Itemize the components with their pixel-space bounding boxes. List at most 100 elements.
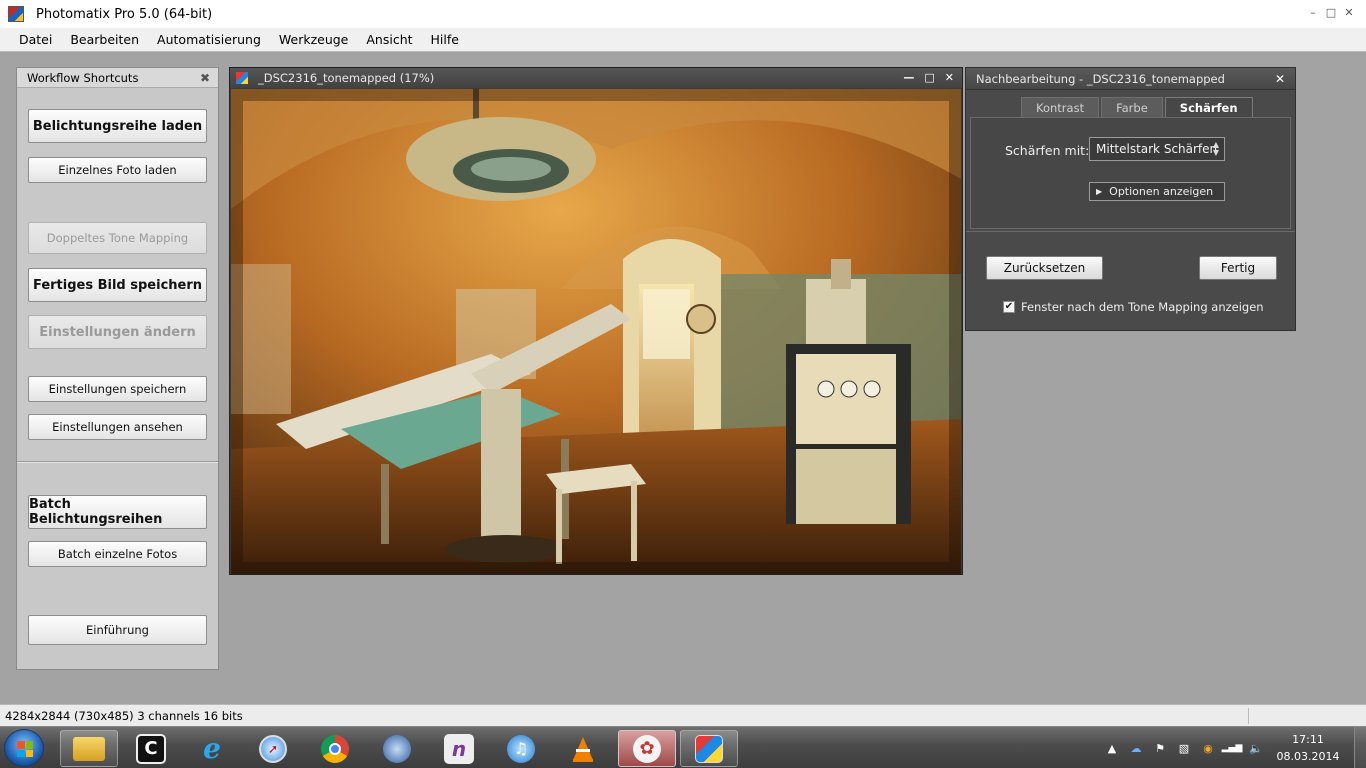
close-icon[interactable]: ✕ <box>1342 5 1356 19</box>
panel-separator <box>966 231 1295 232</box>
updown-arrow-icon: ▲ ▼ <box>1212 140 1219 157</box>
batch-single-button[interactable]: Batch einzelne Fotos <box>28 541 207 567</box>
volume-icon[interactable]: 🔈 <box>1249 741 1263 755</box>
taskbar-app-c[interactable]: C <box>122 730 180 767</box>
image-window-title: _DSC2316_tonemapped (17%) <box>258 71 435 85</box>
sharpen-select-value: Mittelstark Schärfen <box>1096 142 1218 156</box>
chrome-icon <box>321 734 349 763</box>
photomatix-icon <box>8 6 24 22</box>
itunes-icon: ♫ <box>507 734 535 763</box>
show-hidden-icons-icon[interactable]: ▲ <box>1105 741 1119 755</box>
workflow-shortcuts-panel: Workflow Shortcuts ✖ Belichtungsreihe la… <box>16 67 219 670</box>
minimize-icon[interactable]: — <box>903 71 914 84</box>
taskbar-chrome[interactable] <box>306 730 364 767</box>
clock-time: 17:11 <box>1292 733 1324 746</box>
close-icon[interactable]: ✕ <box>945 71 954 84</box>
clock[interactable]: 17:11 08.03.2014 <box>1272 731 1344 765</box>
save-final-button[interactable]: Fertiges Bild speichern <box>28 268 207 302</box>
post-processing-tabs: Kontrast Farbe Schärfen <box>1021 97 1253 117</box>
close-icon[interactable]: ✕ <box>1275 72 1285 86</box>
thunderbird-icon <box>383 734 411 763</box>
taskbar-photo-app[interactable]: ✿ <box>618 730 676 767</box>
updater-icon[interactable]: ◉ <box>1201 741 1215 755</box>
image-window: _DSC2316_tonemapped (17%) — □ ✕ <box>229 67 963 575</box>
signal-icon[interactable]: ▂▄▆ <box>1222 741 1243 755</box>
taskbar-internet-explorer[interactable]: e <box>183 730 241 767</box>
show-desktop-button[interactable] <box>1354 727 1366 768</box>
taskbar-photomatix[interactable] <box>680 730 738 767</box>
taskbar-thunderbird[interactable] <box>368 730 426 767</box>
window-title: Photomatix Pro 5.0 (64-bit) <box>36 6 213 22</box>
onenote-icon: n <box>444 733 474 764</box>
tab-schaerfen[interactable]: Schärfen <box>1164 97 1253 117</box>
flag-icon[interactable]: ⚑ <box>1153 741 1167 755</box>
image-window-titlebar: _DSC2316_tonemapped (17%) — □ ✕ <box>230 68 962 88</box>
window-controls: – □ ✕ <box>1306 5 1356 19</box>
taskbar-vlc[interactable] <box>554 730 612 767</box>
internet-explorer-icon: e <box>203 732 221 765</box>
close-icon[interactable]: ✖ <box>200 71 210 85</box>
maximize-icon[interactable]: □ <box>924 71 934 84</box>
load-bracketed-button[interactable]: Belichtungsreihe laden <box>28 109 207 143</box>
status-bar: 4284x2844 (730x485) 3 channels 16 bits <box>0 704 1366 726</box>
load-single-button[interactable]: Einzelnes Foto laden <box>28 157 207 183</box>
post-processing-title: Nachbearbeitung - _DSC2316_tonemapped <box>976 71 1225 86</box>
taskbar-safari[interactable]: ➚ <box>244 730 302 767</box>
start-button[interactable] <box>4 729 44 767</box>
title-bar: Photomatix Pro 5.0 (64-bit) – □ ✕ <box>0 0 1366 28</box>
minimize-icon[interactable]: – <box>1306 5 1320 19</box>
post-processing-titlebar: Nachbearbeitung - _DSC2316_tonemapped ✕ <box>966 68 1295 90</box>
windows-logo-icon <box>17 741 33 757</box>
show-options-button[interactable]: ▶ Optionen anzeigen <box>1089 182 1225 201</box>
workspace: Workflow Shortcuts ✖ Belichtungsreihe la… <box>0 53 1366 704</box>
menu-ansicht[interactable]: Ansicht <box>357 32 421 47</box>
taskbar-onenote[interactable]: n <box>430 730 488 767</box>
taskbar: C e ➚ n ♫ ✿ ▲ ☁ ⚑ ▧ ◉ ▂▄▆ 🔈 17:11 08.03.… <box>0 726 1366 768</box>
photomatix-icon <box>695 734 723 763</box>
image-window-controls: — □ ✕ <box>903 71 954 84</box>
maximize-icon[interactable]: □ <box>1324 5 1338 19</box>
play-triangle-icon: ▶ <box>1096 187 1103 196</box>
photo-app-icon: ✿ <box>633 734 661 763</box>
taskbar-itunes[interactable]: ♫ <box>492 730 550 767</box>
workflow-header: Workflow Shortcuts ✖ <box>17 68 218 88</box>
resize-grip-icon[interactable] <box>1356 711 1362 721</box>
intro-button[interactable]: Einführung <box>28 615 207 645</box>
cloud-icon[interactable]: ☁ <box>1129 741 1143 755</box>
system-tray: ▲ ☁ ⚑ ▧ ◉ ▂▄▆ 🔈 17:11 08.03.2014 <box>1100 727 1366 768</box>
photomatix-icon <box>236 72 248 84</box>
view-settings-button[interactable]: Einstellungen ansehen <box>28 414 207 440</box>
show-options-label: Optionen anzeigen <box>1109 185 1214 198</box>
menu-hilfe[interactable]: Hilfe <box>422 32 468 47</box>
status-image-info: 4284x2844 (730x485) 3 channels 16 bits <box>5 708 243 723</box>
device-icon[interactable]: ▧ <box>1177 741 1191 755</box>
photo-hdr-interior <box>231 89 961 574</box>
tab-kontrast[interactable]: Kontrast <box>1021 97 1100 117</box>
batch-bracketed-button[interactable]: Batch Belichtungsreihen <box>28 495 207 529</box>
tonemapped-photo[interactable] <box>231 89 961 574</box>
done-button[interactable]: Fertig <box>1199 256 1277 280</box>
show-window-checkbox-row[interactable]: ✔ Fenster nach dem Tone Mapping anzeigen <box>1003 300 1264 314</box>
menu-werkzeuge[interactable]: Werkzeuge <box>270 32 358 47</box>
change-settings-button[interactable]: Einstellungen ändern <box>28 315 207 349</box>
show-window-checkbox-label: Fenster nach dem Tone Mapping anzeigen <box>1021 300 1264 314</box>
workflow-title: Workflow Shortcuts <box>27 70 139 85</box>
taskbar-file-explorer[interactable] <box>60 730 118 767</box>
show-window-checkbox[interactable]: ✔ <box>1003 301 1015 313</box>
double-tonemap-button[interactable]: Doppeltes Tone Mapping <box>28 222 207 254</box>
status-cell <box>1248 708 1348 724</box>
save-settings-button[interactable]: Einstellungen speichern <box>28 376 207 402</box>
tab-farbe[interactable]: Farbe <box>1101 97 1163 117</box>
menu-bearbeiten[interactable]: Bearbeiten <box>61 32 148 47</box>
clock-date: 08.03.2014 <box>1276 750 1340 763</box>
sharpen-select[interactable]: Mittelstark Schärfen ▲ ▼ <box>1089 137 1225 161</box>
sharpen-tab-content: Schärfen mit: Mittelstark Schärfen ▲ ▼ ▶ … <box>970 117 1291 229</box>
menu-bar: Datei Bearbeiten Automatisierung Werkzeu… <box>0 28 1366 52</box>
menu-datei[interactable]: Datei <box>10 32 61 47</box>
post-processing-panel: Nachbearbeitung - _DSC2316_tonemapped ✕ … <box>965 67 1296 331</box>
reset-button[interactable]: Zurücksetzen <box>986 256 1103 280</box>
menu-automatisierung[interactable]: Automatisierung <box>148 32 270 47</box>
vlc-icon <box>568 734 598 764</box>
panel-divider <box>17 461 218 463</box>
safari-icon: ➚ <box>259 734 287 763</box>
